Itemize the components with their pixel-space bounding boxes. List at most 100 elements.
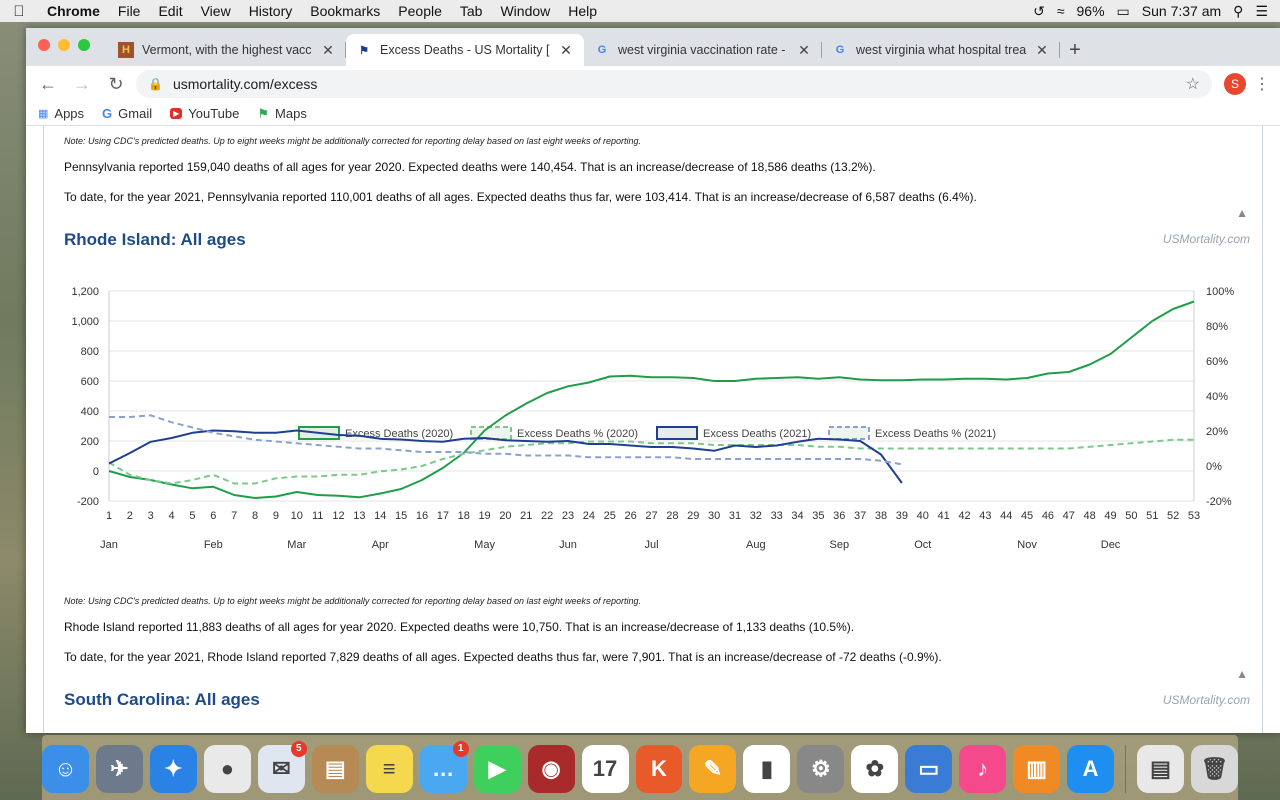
close-tab-icon[interactable]: ✕ xyxy=(320,42,336,59)
bookmark-apps[interactable]: ▦ Apps xyxy=(38,106,84,121)
x-tick-week: 43 xyxy=(979,510,991,522)
back-button[interactable]: ← xyxy=(34,70,62,98)
wifi-icon[interactable]: ≈ xyxy=(1057,3,1065,19)
menu-file[interactable]: File xyxy=(109,3,150,19)
y-tick-right: 100% xyxy=(1206,286,1234,298)
keynote-k-icon[interactable]: K xyxy=(635,744,683,793)
site-brand[interactable]: USMortality.com xyxy=(1163,232,1250,246)
forward-button[interactable]: → xyxy=(68,70,96,98)
x-tick-week: 50 xyxy=(1125,510,1137,522)
y-tick-right: 80% xyxy=(1206,321,1228,333)
menu-help[interactable]: Help xyxy=(559,3,606,19)
photos-icon[interactable]: ✿ xyxy=(851,744,899,793)
profile-avatar[interactable]: S xyxy=(1224,73,1246,95)
x-tick-week: 46 xyxy=(1042,510,1054,522)
bookmark-star-icon[interactable]: ☆ xyxy=(1186,74,1200,94)
photo-booth-icon[interactable]: ◉ xyxy=(527,744,575,793)
scroll-top-arrow-icon[interactable]: ▲ xyxy=(1236,667,1248,681)
tab-excess-deaths[interactable]: ⚑ Excess Deaths - US Mortality [ ✕ xyxy=(346,34,584,66)
chrome-icon[interactable]: ● xyxy=(203,744,251,793)
y-tick-left: -200 xyxy=(77,496,99,508)
minimize-window-icon[interactable] xyxy=(58,39,70,51)
battery-icon[interactable]: ▭ xyxy=(1117,3,1130,20)
scroll-top-arrow-icon[interactable]: ▲ xyxy=(1236,206,1248,220)
safari-icon[interactable]: ✦ xyxy=(149,744,197,793)
bookmark-maps[interactable]: ⚑ Maps xyxy=(257,106,306,122)
window-controls xyxy=(38,39,90,51)
bookmark-label: Apps xyxy=(54,106,85,121)
menu-history[interactable]: History xyxy=(240,3,302,19)
keynote-icon[interactable]: ▭ xyxy=(905,744,953,793)
time-machine-icon[interactable]: ↺ xyxy=(1033,3,1045,20)
bookmark-youtube[interactable]: ▶ YouTube xyxy=(170,106,239,121)
close-tab-icon[interactable]: ✕ xyxy=(1034,42,1050,59)
x-tick-week: 28 xyxy=(666,510,678,522)
apps-grid-icon: ▦ xyxy=(38,108,49,120)
contacts-icon[interactable]: ▤ xyxy=(311,744,359,793)
tab-wv-vaccination[interactable]: G west virginia vaccination rate - ✕ xyxy=(584,34,822,66)
calendar-icon[interactable]: 17 xyxy=(581,744,629,793)
y-tick-left: 800 xyxy=(81,346,99,358)
legend-label: Excess Deaths (2020) xyxy=(345,428,453,440)
x-tick-week: 29 xyxy=(687,510,699,522)
y-tick-left: 400 xyxy=(81,406,99,418)
bookmark-label: YouTube xyxy=(188,106,240,121)
menu-bookmarks[interactable]: Bookmarks xyxy=(301,3,389,19)
launchpad-icon[interactable]: ✈ xyxy=(95,744,143,793)
apple-menu-icon[interactable]:  xyxy=(0,3,38,20)
site-brand[interactable]: USMortality.com xyxy=(1163,693,1250,707)
itunes-icon[interactable]: ♪ xyxy=(959,744,1007,793)
close-window-icon[interactable] xyxy=(38,39,50,51)
notification-center-icon[interactable]: ☰ xyxy=(1255,3,1268,20)
chrome-menu-icon[interactable]: ⋮ xyxy=(1252,74,1272,94)
menu-people[interactable]: People xyxy=(389,3,451,19)
legend-swatch xyxy=(828,426,870,440)
close-tab-icon[interactable]: ✕ xyxy=(558,42,574,59)
notes-icon[interactable]: ≡ xyxy=(365,744,413,793)
x-tick-week: 3 xyxy=(148,510,154,522)
spotlight-icon[interactable]: ⚲ xyxy=(1233,3,1243,20)
reload-button[interactable]: ↻ xyxy=(102,70,130,98)
facetime-icon[interactable]: ▶ xyxy=(473,744,521,793)
x-tick-week: 47 xyxy=(1063,510,1075,522)
x-tick-week: 21 xyxy=(520,510,532,522)
messages-icon[interactable]: … 1 xyxy=(419,740,469,793)
system-preferences-icon[interactable]: ⚙ xyxy=(797,744,845,793)
close-tab-icon[interactable]: ✕ xyxy=(796,42,812,59)
bookmark-label: Gmail xyxy=(118,106,153,121)
tab-strip: H Vermont, with the highest vacc ✕ ⚑ Exc… xyxy=(26,28,1280,66)
google-icon: G xyxy=(597,44,607,56)
x-tick-week: 26 xyxy=(625,510,637,522)
x-tick-week: 7 xyxy=(231,510,237,522)
numbers-icon[interactable]: ▮ xyxy=(743,744,791,793)
x-tick-week: 6 xyxy=(210,510,216,522)
trash-icon[interactable]: 🗑 xyxy=(1191,744,1238,793)
clock[interactable]: Sun 7:37 am xyxy=(1142,3,1221,19)
menu-view[interactable]: View xyxy=(192,3,240,19)
x-tick-week: 18 xyxy=(458,510,470,522)
menu-edit[interactable]: Edit xyxy=(149,3,191,19)
bookmark-gmail[interactable]: G Gmail xyxy=(102,106,152,121)
tab-wv-hospital[interactable]: G west virginia what hospital trea ✕ xyxy=(822,34,1060,66)
lock-icon[interactable]: 🔒 xyxy=(148,77,163,91)
cdc-note: Note: Using CDC's predicted deaths. Up t… xyxy=(64,136,642,146)
battery-percent[interactable]: 96% xyxy=(1077,3,1105,19)
finder-icon[interactable]: ☺ xyxy=(42,744,89,793)
menu-window[interactable]: Window xyxy=(491,3,559,19)
new-tab-button[interactable]: + xyxy=(1060,34,1090,66)
y-tick-right: 20% xyxy=(1206,426,1228,438)
books-icon[interactable]: ▥ xyxy=(1013,744,1061,793)
legend-swatch xyxy=(470,426,512,440)
app-store-icon[interactable]: A xyxy=(1067,744,1115,793)
menu-tab[interactable]: Tab xyxy=(451,3,492,19)
zoom-window-icon[interactable] xyxy=(78,39,90,51)
x-tick-week: 25 xyxy=(604,510,616,522)
tab-vermont[interactable]: H Vermont, with the highest vacc ✕ xyxy=(108,34,346,66)
x-tick-week: 13 xyxy=(353,510,365,522)
y-tick-right: -20% xyxy=(1206,496,1232,508)
pages-icon[interactable]: ✎ xyxy=(689,744,737,793)
menu-chrome[interactable]: Chrome xyxy=(38,3,109,19)
preview-icon[interactable]: ▤ xyxy=(1137,744,1185,793)
address-bar[interactable]: 🔒 usmortality.com/excess ☆ xyxy=(136,70,1212,98)
mail-icon[interactable]: ✉ 5 xyxy=(257,740,307,793)
